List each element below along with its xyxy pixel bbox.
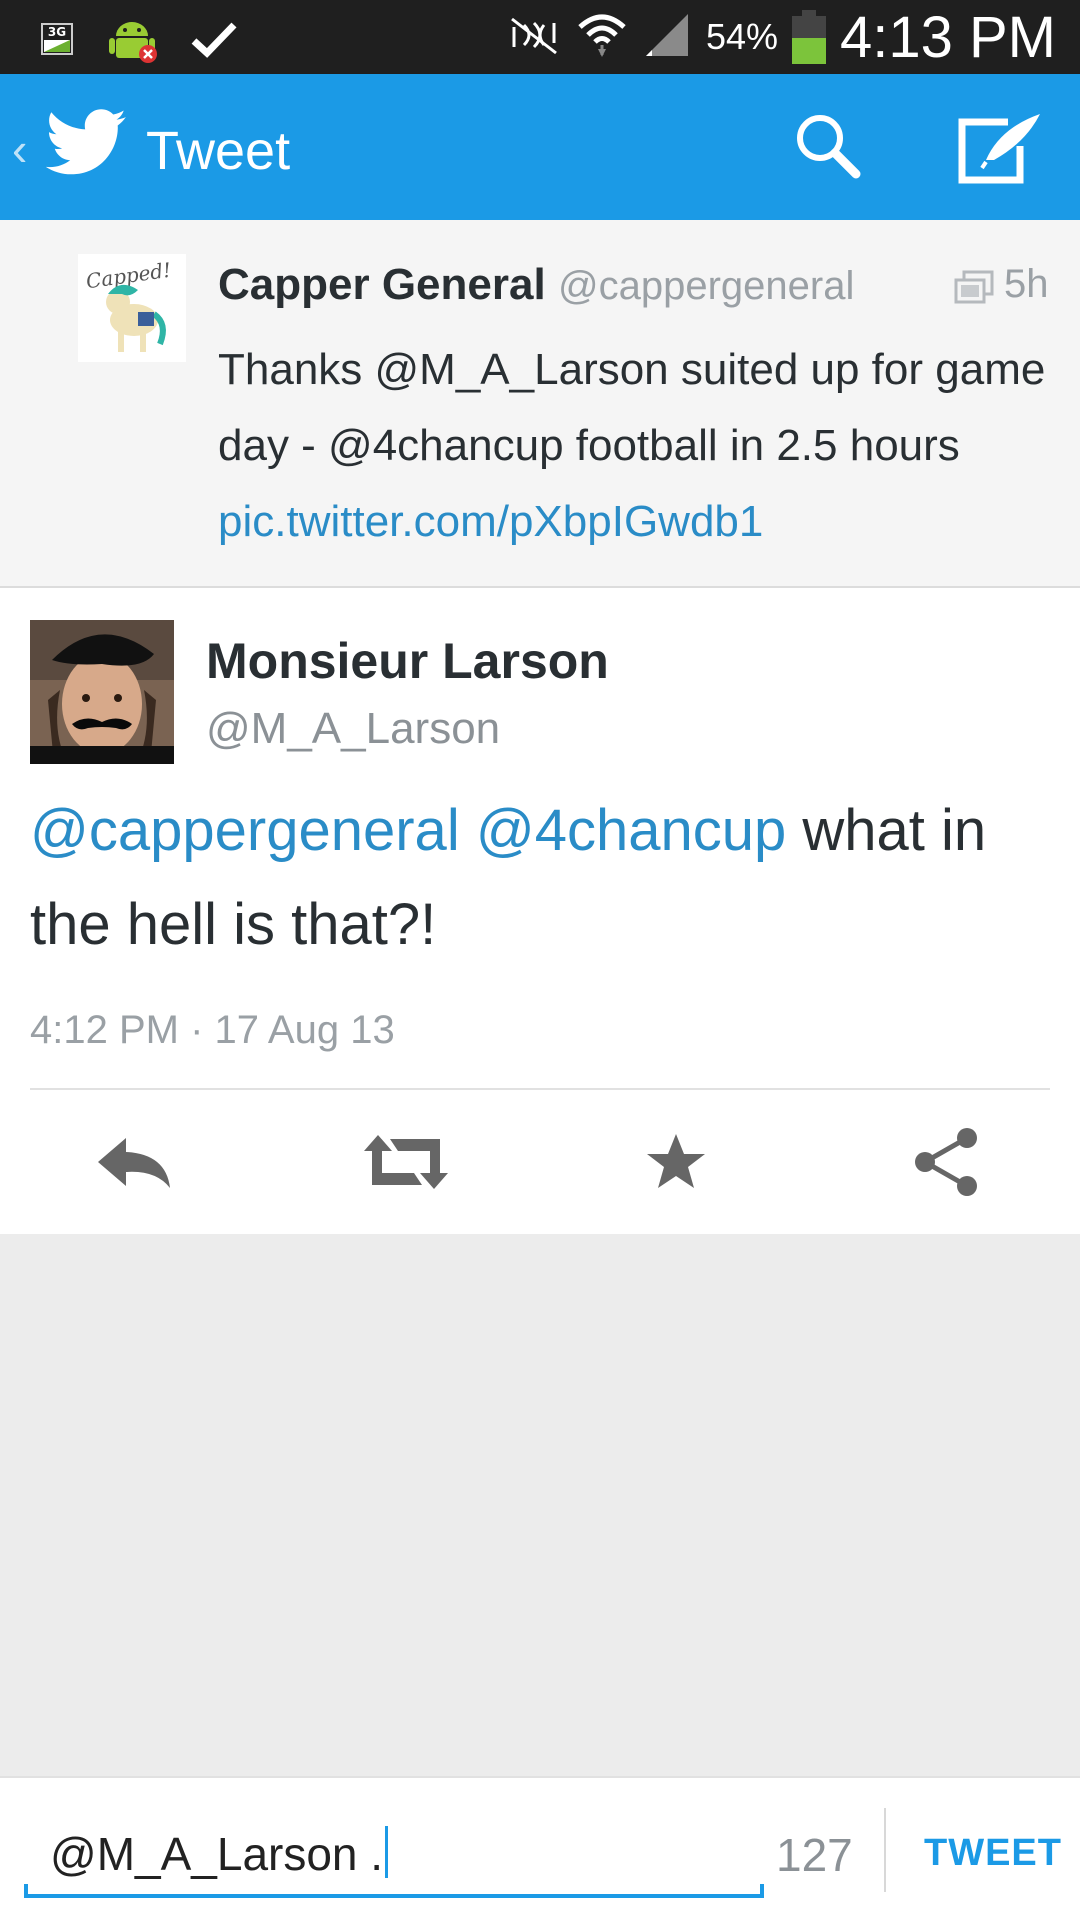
favorite-star-icon <box>645 1132 707 1197</box>
status-bar: 3G 54% 4:13 PM <box>0 0 1080 74</box>
checkmark-icon <box>190 19 238 64</box>
author-handle[interactable]: @cappergeneral <box>558 264 854 309</box>
retweet-icon <box>362 1133 450 1196</box>
reply-button[interactable] <box>64 1094 204 1234</box>
twitter-bird-icon[interactable] <box>45 108 128 183</box>
reply-input-value[interactable]: @M_A_Larson . <box>50 1828 383 1880</box>
status-right-icons: 54% 4:13 PM <box>506 0 1056 74</box>
media-gallery-icon <box>954 270 994 311</box>
author-handle[interactable]: @M_A_Larson <box>206 704 500 754</box>
reply-icon <box>96 1134 172 1195</box>
avatar[interactable] <box>30 620 174 764</box>
reply-compose-bar: @M_A_Larson . 127 TWEET <box>0 1776 1080 1920</box>
android-debug-icon <box>106 14 160 69</box>
status-left-icons: 3G <box>40 14 238 69</box>
in-reply-to-tweet[interactable]: Capped! Capper General @cappergeneral 5h… <box>0 220 1080 588</box>
character-counter: 127 <box>776 1829 853 1881</box>
share-button[interactable] <box>876 1094 1016 1234</box>
divider <box>30 1088 1050 1090</box>
battery-percent: 54% <box>705 16 778 57</box>
mention-link[interactable]: @4chancup <box>476 798 786 863</box>
author-name[interactable]: Monsieur Larson <box>206 632 609 690</box>
network-badge-text: 3G <box>48 25 66 39</box>
tweet-age: 5h <box>1004 262 1049 306</box>
wifi-icon <box>576 9 628 66</box>
reply-input[interactable]: @M_A_Larson . <box>24 1812 764 1898</box>
tweet-timestamp: 4:12 PM · 17 Aug 13 <box>30 1008 395 1052</box>
3g-notification-icon: 3G <box>40 20 76 63</box>
action-bar: ‹ Tweet <box>0 74 1080 220</box>
retweet-button[interactable] <box>336 1094 476 1234</box>
back-chevron-icon[interactable]: ‹ <box>12 122 27 176</box>
input-edge <box>24 1884 28 1898</box>
nfc-off-icon <box>506 13 562 62</box>
share-icon <box>911 1126 981 1203</box>
text-cursor <box>385 1826 389 1878</box>
battery-fill <box>792 38 826 64</box>
author-name[interactable]: Capper General <box>218 260 546 310</box>
avatar[interactable]: Capped! <box>78 254 186 362</box>
reply-input-text[interactable]: @M_A_Larson . <box>50 1826 389 1881</box>
page-title: Tweet <box>146 121 291 181</box>
cell-signal-icon <box>642 10 692 65</box>
tweet-detail: Monsieur Larson @M_A_Larson @cappergener… <box>0 588 1080 1234</box>
tweet-submit-button[interactable]: TWEET <box>924 1832 1062 1875</box>
divider <box>884 1808 886 1892</box>
media-link[interactable]: pic.twitter.com/pXbpIGwdb1 <box>218 497 763 546</box>
input-edge <box>760 1884 764 1898</box>
favorite-button[interactable] <box>606 1094 746 1234</box>
clock: 4:13 PM <box>840 4 1056 70</box>
battery-icon <box>792 10 826 64</box>
tweet-actions <box>0 1094 1080 1234</box>
mention-link[interactable]: @cappergeneral <box>30 798 460 863</box>
compose-icon[interactable] <box>956 110 1044 191</box>
search-icon[interactable] <box>792 110 864 187</box>
tweet-text: Thanks @M_A_Larson suited up for game da… <box>218 332 1048 560</box>
tweet-text: @cappergeneral @4chancup what in the hel… <box>30 784 1040 972</box>
tweet-text-body: Thanks @M_A_Larson suited up for game da… <box>218 345 1046 470</box>
